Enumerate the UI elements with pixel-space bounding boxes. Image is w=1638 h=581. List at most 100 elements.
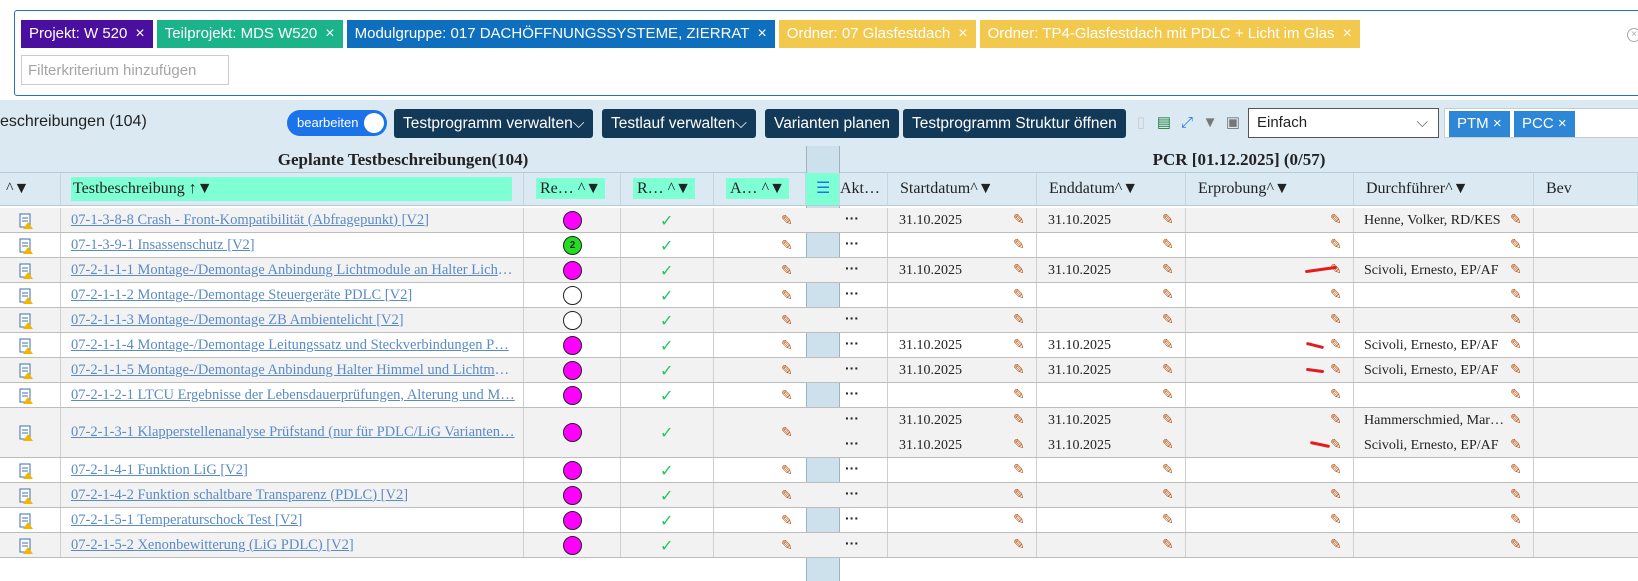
table-row[interactable]: 07-2-1-1-4 Montage-/Demontage Leitungssa… <box>0 333 1638 358</box>
tag-pcc[interactable]: PCC × <box>1514 111 1575 137</box>
edit-icon[interactable]: ✎ <box>1510 261 1522 278</box>
test-description-link[interactable]: 07-2-1-2-1 LTCU Ergebnisse der Lebensdau… <box>71 387 515 404</box>
edit-icon[interactable]: ✎ <box>1162 261 1174 278</box>
clear-filters-icon[interactable]: × <box>1627 28 1638 42</box>
edit-icon[interactable]: ✎ <box>1330 361 1342 378</box>
more-actions-icon[interactable]: ··· <box>845 385 859 401</box>
edit-icon[interactable]: ✎ <box>1013 211 1025 228</box>
edit-icon[interactable]: ✎ <box>1162 411 1174 428</box>
col-header-startdatum[interactable]: Startdatum^▼ <box>888 173 1037 206</box>
test-description-link[interactable]: 07-2-1-1-5 Montage-/Demontage Anbindung … <box>71 362 515 379</box>
edit-icon[interactable]: ✎ <box>1330 211 1342 228</box>
edit-icon[interactable]: ✎ <box>1013 311 1025 328</box>
edit-icon[interactable]: ✎ <box>1162 511 1174 528</box>
edit-icon[interactable]: ✎ <box>1510 386 1522 403</box>
edit-icon[interactable]: ✎ <box>781 212 793 229</box>
table-row[interactable]: 07-2-1-5-1 Temperaturschock Test [V2] ✓ ✎ ·… <box>0 508 1638 533</box>
filter-chip-teilprojekt[interactable]: Teilprojekt: MDS W520 × <box>156 20 343 48</box>
varianten-planen-button[interactable]: Varianten planen <box>765 109 900 138</box>
edit-icon[interactable]: ✎ <box>781 312 793 329</box>
document-warning-icon[interactable] <box>18 213 34 229</box>
close-icon[interactable]: × <box>757 20 766 48</box>
edit-icon[interactable]: ✎ <box>1330 386 1342 403</box>
table-row[interactable]: 07-2-1-2-1 LTCU Ergebnisse der Lebensdau… <box>0 383 1638 408</box>
edit-icon[interactable]: ✎ <box>781 362 793 379</box>
document-warning-icon[interactable] <box>18 338 34 354</box>
edit-icon[interactable]: ✎ <box>1162 286 1174 303</box>
table-row[interactable]: 07-2-1-4-1 Funktion LiG [V2] ✓ ✎ ··· ✎ ✎ ✎ ✎ <box>0 458 1638 483</box>
edit-icon[interactable]: ✎ <box>781 537 793 554</box>
edit-icon[interactable]: ✎ <box>1013 386 1025 403</box>
edit-icon[interactable]: ✎ <box>1162 336 1174 353</box>
more-actions-icon[interactable]: ··· <box>845 535 859 551</box>
table-row[interactable]: 07-2-1-1-2 Montage-/Demontage Steuergerä… <box>0 283 1638 308</box>
edit-icon[interactable]: ✎ <box>1013 411 1025 428</box>
edit-icon[interactable]: ✎ <box>1162 536 1174 553</box>
col-header-bev[interactable]: Bev <box>1534 173 1638 206</box>
edit-icon[interactable]: ✎ <box>781 487 793 504</box>
more-actions-icon[interactable]: ··· <box>845 360 859 376</box>
document-warning-icon[interactable] <box>18 238 34 254</box>
edit-icon[interactable]: ✎ <box>1330 536 1342 553</box>
more-actions-icon[interactable]: ··· <box>845 460 859 476</box>
edit-icon[interactable]: ✎ <box>1510 411 1522 428</box>
edit-icon[interactable]: ✎ <box>781 237 793 254</box>
test-description-link[interactable]: 07-2-1-4-2 Funktion schaltbare Transpare… <box>71 487 515 504</box>
edit-icon[interactable]: ✎ <box>1013 436 1025 453</box>
col-header-durchfuehrer[interactable]: Durchführer^▼ <box>1354 173 1534 206</box>
table-row[interactable]: 07-2-1-3-1 Klapperstellenanalyse Prüfsta… <box>0 408 1638 458</box>
filter-input[interactable] <box>21 55 229 85</box>
more-actions-icon[interactable]: ··· <box>845 410 859 426</box>
filter-chip-ordner-2[interactable]: Ordner: TP4-Glasfestdach mit PDLC + Lich… <box>979 20 1360 48</box>
view-select[interactable]: Einfach ⌵ <box>1248 108 1439 138</box>
document-warning-icon[interactable] <box>18 263 34 279</box>
edit-icon[interactable]: ✎ <box>1162 211 1174 228</box>
edit-icon[interactable]: ✎ <box>1510 461 1522 478</box>
document-warning-icon[interactable] <box>18 363 34 379</box>
edit-icon[interactable]: ✎ <box>1510 536 1522 553</box>
table-row[interactable]: 07-1-3-8-8 Crash - Front-Kompatibilität … <box>0 208 1638 233</box>
edit-icon[interactable]: ✎ <box>781 287 793 304</box>
edit-icon[interactable]: ✎ <box>781 424 793 441</box>
edit-icon[interactable]: ✎ <box>1013 486 1025 503</box>
test-description-link[interactable]: 07-2-1-1-4 Montage-/Demontage Leitungssa… <box>71 337 515 354</box>
edit-icon[interactable]: ✎ <box>1013 261 1025 278</box>
filter-chip-ordner-1[interactable]: Ordner: 07 Glasfestdach × <box>778 20 976 48</box>
table-row[interactable]: 07-2-1-4-2 Funktion schaltbare Transpare… <box>0 483 1638 508</box>
edit-icon[interactable]: ✎ <box>781 387 793 404</box>
close-icon[interactable]: × <box>1558 115 1567 132</box>
edit-icon[interactable]: ✎ <box>1013 286 1025 303</box>
edit-icon[interactable]: ✎ <box>1013 236 1025 253</box>
col-header-a[interactable]: A… ^▼ <box>714 173 806 206</box>
test-description-link[interactable]: 07-1-3-8-8 Crash - Front-Kompatibilität … <box>71 212 515 229</box>
table-row[interactable]: 07-1-3-9-1 Insassenschutz [V2] 2 ✓ ✎ ··· ✎ ✎ ✎ ✎ <box>0 233 1638 258</box>
more-actions-icon[interactable]: ··· <box>845 285 859 301</box>
edit-icon[interactable]: ✎ <box>781 512 793 529</box>
edit-icon[interactable]: ✎ <box>1162 236 1174 253</box>
filter-chip-modulgruppe[interactable]: Modulgruppe: 017 DACHÖFFNUNGSSYSTEME, ZI… <box>346 20 775 48</box>
filter-chip-projekt[interactable]: Projekt: W 520 × <box>21 20 153 48</box>
edit-icon[interactable]: ✎ <box>1510 361 1522 378</box>
more-actions-icon[interactable]: ··· <box>845 335 859 351</box>
edit-icon[interactable]: ✎ <box>1013 536 1025 553</box>
edit-icon[interactable]: ✎ <box>781 462 793 479</box>
edit-icon[interactable]: ✎ <box>1330 336 1342 353</box>
document-warning-icon[interactable] <box>18 313 34 329</box>
more-actions-icon[interactable]: ··· <box>845 435 859 451</box>
more-actions-icon[interactable]: ··· <box>845 210 859 226</box>
edit-icon[interactable]: ✎ <box>1510 311 1522 328</box>
edit-icon[interactable]: ✎ <box>1162 436 1174 453</box>
edit-icon[interactable]: ✎ <box>1330 311 1342 328</box>
edit-icon[interactable]: ✎ <box>781 337 793 354</box>
document-warning-icon[interactable] <box>18 488 34 504</box>
col-header-re[interactable]: Re… ^▼ <box>524 173 621 206</box>
edit-icon[interactable]: ✎ <box>1510 336 1522 353</box>
excel-icon[interactable]: ▤ <box>1155 114 1173 132</box>
col-header-akt[interactable]: Akt… <box>840 173 888 206</box>
edit-toggle[interactable]: bearbeiten <box>287 110 387 136</box>
col-header-r[interactable]: R… ^▼ <box>621 173 714 206</box>
edit-icon[interactable]: ✎ <box>1162 386 1174 403</box>
edit-icon[interactable]: ✎ <box>1510 436 1522 453</box>
edit-icon[interactable]: ✎ <box>1162 311 1174 328</box>
test-description-link[interactable]: 07-2-1-1-1 Montage-/Demontage Anbindung … <box>71 262 515 279</box>
